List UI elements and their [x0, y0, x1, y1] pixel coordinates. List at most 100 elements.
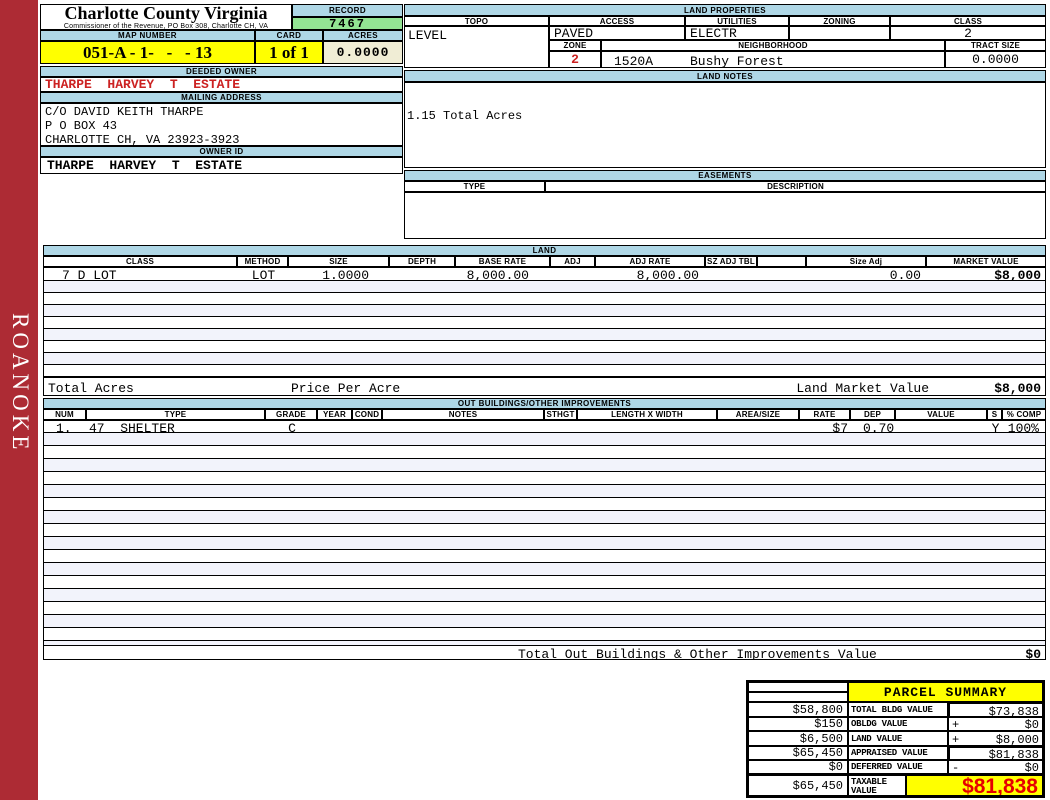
- ps-value-land-cell: + $8,000: [948, 731, 1043, 746]
- land-col-method: METHOD: [237, 256, 288, 267]
- utilities-value: ELECTR: [685, 26, 789, 40]
- land-col-sz-adj-tbl: SZ ADJ TBL: [705, 256, 757, 267]
- ps-value-obldg-cell: + $0: [948, 717, 1043, 731]
- ob-data-row: 1. 47 SHELTER C $7 0.70 Y 100%: [43, 420, 1046, 433]
- ps-prior-taxable: $65,450: [748, 774, 848, 796]
- ps-prior-obldg: $150: [748, 717, 848, 731]
- ob-col-year: YEAR: [317, 409, 352, 420]
- ps-label-appraised: APPRAISED VALUE: [848, 746, 948, 760]
- land-col-adj-rate: ADJ RATE: [595, 256, 705, 267]
- class-value: 2: [890, 26, 1046, 40]
- land-totals-row: Total Acres Price Per Acre Land Market V…: [43, 377, 1046, 396]
- access-value: PAVED: [549, 26, 685, 40]
- county-header-box: Charlotte County Virginia Commissioner o…: [40, 4, 292, 30]
- land-row-base-rate: 8,000.00: [466, 268, 529, 281]
- land-col-adj: ADJ: [550, 256, 595, 267]
- land-col-base-rate: BASE RATE: [455, 256, 550, 267]
- easement-type-label: TYPE: [404, 181, 545, 192]
- mailing-address-box: C/O DAVID KEITH THARPE P O BOX 43 CHARLO…: [40, 103, 403, 146]
- ps-sign: -: [952, 761, 960, 774]
- map-number-value: 051-A - 1- - - 13: [40, 41, 255, 64]
- easement-description-label: DESCRIPTION: [545, 181, 1046, 192]
- ob-row-type: 47 SHELTER: [89, 421, 175, 433]
- topo-label: TOPO: [404, 16, 549, 26]
- ob-row-dep: 0.70: [863, 421, 895, 433]
- ps-label-obldg: OBLDG VALUE: [848, 717, 948, 731]
- ob-col-value: VALUE: [895, 409, 987, 420]
- easements-box: [404, 192, 1046, 239]
- land-col-size: SIZE: [288, 256, 389, 267]
- land-row-size-adj: 0.00: [889, 268, 921, 281]
- county-title: Charlotte County Virginia: [64, 4, 268, 23]
- ob-col-num: NUM: [43, 409, 86, 420]
- land-col-depth: DEPTH: [389, 256, 455, 267]
- address-line: P O BOX 43: [45, 119, 118, 133]
- ob-col-length-width: LENGTH X WIDTH: [577, 409, 717, 420]
- zone-label: ZONE: [549, 40, 601, 51]
- ob-col-s: S: [987, 409, 1002, 420]
- ob-row-pct-comp: 100%: [1007, 421, 1039, 433]
- utilities-label: UTILITIES: [685, 16, 789, 26]
- ps-value-taxable-cell: $81,838: [906, 774, 1043, 796]
- ps-value-land: $8,000: [995, 733, 1039, 746]
- neighborhood-label: NEIGHBORHOOD: [601, 40, 945, 51]
- land-col-size-adj: Size Adj: [806, 256, 926, 267]
- land-col-class: CLASS: [43, 256, 237, 267]
- ob-total-row: Total Out Buildings & Other Improvements…: [43, 645, 1046, 660]
- ps-label-total-bldg: TOTAL BLDG VALUE: [848, 702, 948, 717]
- ps-prior-appraised: $65,450: [748, 746, 848, 760]
- ps-label-land: LAND VALUE: [848, 731, 948, 746]
- ps-label-deferred: DEFERRED VALUE: [848, 760, 948, 774]
- zoning-label: ZONING: [789, 16, 890, 26]
- ob-row-s: Y: [991, 421, 1000, 433]
- land-row-adj-rate: 8,000.00: [636, 268, 699, 281]
- ob-row-rate: $7: [832, 421, 848, 433]
- ob-col-area-size: AREA/SIZE: [717, 409, 799, 420]
- ob-row-grade: C: [288, 421, 296, 433]
- ps-blank-cell: [748, 692, 848, 702]
- ob-total-label: Total Out Buildings & Other Improvements…: [518, 647, 877, 660]
- ob-empty-rows: [43, 433, 1046, 645]
- zoning-value: [789, 26, 890, 40]
- address-line: CHARLOTTE CH, VA 23923-3923: [45, 133, 240, 146]
- land-note-text: 1.15 Total Acres: [407, 109, 523, 123]
- deeded-owner-label: DEEDED OWNER: [40, 66, 403, 77]
- land-data-row: 7 D LOT LOT 1.0000 8,000.00 8,000.00 0.0…: [43, 267, 1046, 281]
- ps-prior-total-bldg: $58,800: [748, 702, 848, 717]
- card-label: CARD: [255, 30, 323, 41]
- tract-size-label: TRACT SIZE: [945, 40, 1046, 51]
- land-empty-rows: [43, 281, 1046, 377]
- record-value: 7467: [292, 17, 403, 30]
- deeded-owner-value: THARPE HARVEY T ESTATE: [40, 77, 403, 92]
- ps-blank-cell: [748, 682, 848, 692]
- access-label: ACCESS: [549, 16, 685, 26]
- price-per-acre-label: Price Per Acre: [291, 381, 401, 396]
- address-line: C/O DAVID KEITH THARPE: [45, 105, 204, 119]
- ps-value-total-bldg-cell: $73,838: [948, 702, 1043, 717]
- easements-title: EASEMENTS: [404, 170, 1046, 181]
- land-row-market-value: $8,000: [994, 268, 1041, 281]
- class-label: CLASS: [890, 16, 1046, 26]
- tract-size-value: 0.0000: [945, 51, 1046, 68]
- card-value: 1 of 1: [255, 41, 323, 64]
- owner-id-label: OWNER ID: [40, 146, 403, 157]
- ob-col-pct-comp: % COMP: [1002, 409, 1046, 420]
- topo-value: LEVEL: [404, 26, 549, 68]
- land-col-market-value: MARKET VALUE: [926, 256, 1046, 267]
- ob-col-rate: RATE: [799, 409, 850, 420]
- acres-label: ACRES: [323, 30, 403, 41]
- out-buildings-title: OUT BUILDINGS/OTHER IMPROVEMENTS: [43, 398, 1046, 409]
- land-col-blank: [757, 256, 806, 267]
- locality-vertical-label: ROANOKE: [8, 312, 33, 454]
- ps-label-taxable: TAXABLE VALUE: [848, 774, 906, 796]
- ob-col-dep: DEP: [850, 409, 895, 420]
- land-row-method: LOT: [251, 268, 276, 281]
- neighborhood-name: Bushy Forest: [690, 54, 784, 68]
- ob-col-grade: GRADE: [265, 409, 317, 420]
- ob-row-num: 1.: [56, 421, 72, 433]
- total-acres-label: Total Acres: [48, 381, 134, 396]
- neighborhood-code: 1520A: [614, 54, 654, 68]
- land-market-value-total: $8,000: [994, 381, 1041, 396]
- ob-col-notes: NOTES: [382, 409, 544, 420]
- property-record-card: ROANOKE Charlotte County Virginia Commis…: [0, 0, 1050, 800]
